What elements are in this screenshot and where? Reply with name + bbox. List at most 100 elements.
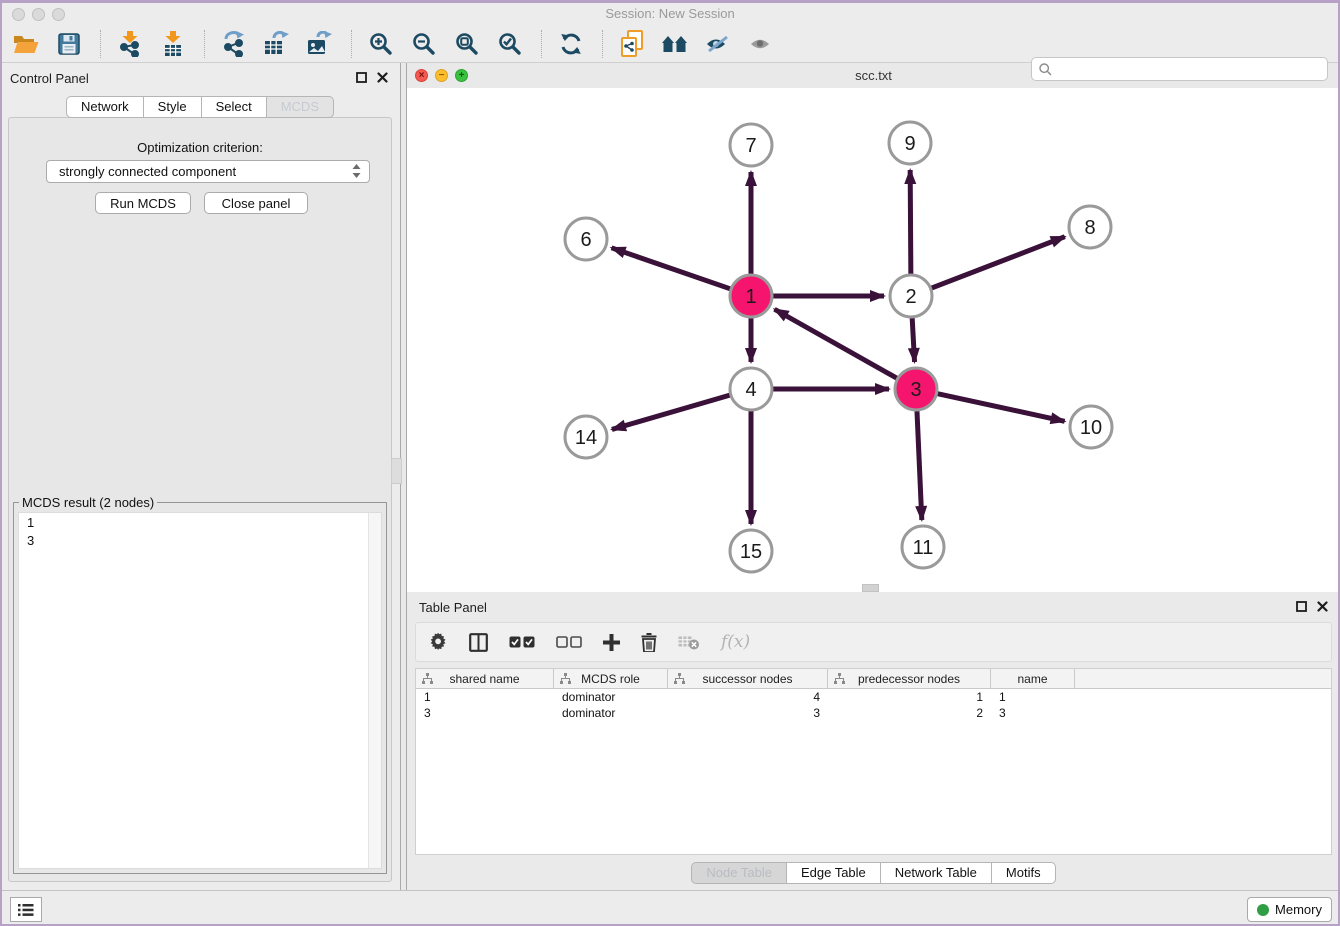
cell-name[interactable]: 3	[991, 705, 1075, 721]
result-line: 3	[19, 531, 381, 549]
close-panel-icon[interactable]	[377, 72, 388, 83]
float-table-panel-icon[interactable]	[1296, 601, 1307, 612]
refresh-layout-icon[interactable]	[555, 28, 587, 60]
memory-button[interactable]: Memory	[1247, 897, 1332, 922]
tab-node-table[interactable]: Node Table	[691, 862, 786, 884]
float-panel-icon[interactable]	[356, 72, 367, 83]
export-table-icon[interactable]	[261, 28, 293, 60]
cell-predecessor-nodes[interactable]: 2	[828, 705, 991, 721]
cell-successor-nodes[interactable]: 4	[668, 689, 828, 705]
graph-node-label: 10	[1080, 417, 1102, 439]
graph-edge-3-1[interactable]	[775, 309, 897, 378]
hierarchy-icon	[422, 673, 433, 684]
table-tabs: Node Table Edge Table Network Table Moti…	[407, 862, 1340, 884]
cell-mcds-role[interactable]: dominator	[554, 705, 668, 721]
hierarchy-icon	[560, 673, 571, 684]
graph-node-label: 15	[740, 541, 762, 563]
import-network-icon[interactable]	[114, 28, 146, 60]
mcds-result-list[interactable]: 1 3	[18, 512, 382, 869]
hierarchy-icon	[674, 673, 685, 684]
close-window-icon[interactable]	[12, 8, 25, 21]
control-panel-title: Control Panel	[10, 71, 89, 86]
delete-table-icon[interactable]	[678, 635, 700, 650]
select-all-icon[interactable]	[509, 636, 535, 648]
cell-shared-name[interactable]: 3	[416, 705, 554, 721]
titlebar: Session: New Session	[0, 0, 1340, 26]
save-session-icon[interactable]	[53, 28, 85, 60]
column-header-empty	[1075, 669, 1331, 688]
search-box[interactable]	[1031, 57, 1328, 81]
column-panel-icon[interactable]	[469, 633, 488, 652]
graph-edge-3-10[interactable]	[937, 394, 1064, 422]
network-maximize-icon[interactable]: +	[455, 69, 468, 82]
table-row[interactable]: 1 dominator 4 1 1	[416, 689, 1331, 705]
vertical-splitter-handle[interactable]	[391, 458, 402, 484]
graph-edge-4-14[interactable]	[612, 395, 730, 429]
zoom-in-icon[interactable]	[365, 28, 397, 60]
column-header-name[interactable]: name	[991, 669, 1075, 688]
table-row[interactable]: 3 dominator 3 2 3	[416, 705, 1331, 721]
tab-network[interactable]: Network	[66, 96, 143, 118]
show-all-icon[interactable]	[745, 28, 777, 60]
first-neighbors-icon[interactable]	[659, 28, 691, 60]
tab-network-table[interactable]: Network Table	[880, 862, 991, 884]
window-title: Session: New Session	[0, 0, 1340, 27]
toolbar-separator	[602, 30, 604, 58]
tab-style[interactable]: Style	[143, 96, 201, 118]
hierarchy-icon	[834, 673, 845, 684]
tab-select[interactable]: Select	[201, 96, 266, 118]
run-mcds-button[interactable]: Run MCDS	[95, 192, 191, 214]
graph-node-label: 14	[575, 427, 597, 449]
tab-mcds[interactable]: MCDS	[266, 96, 334, 118]
close-table-panel-icon[interactable]	[1317, 601, 1328, 612]
result-scrollbar[interactable]	[368, 513, 381, 868]
export-image-icon[interactable]	[304, 28, 336, 60]
function-builder-icon[interactable]: f(x)	[721, 632, 750, 652]
export-network-icon[interactable]	[218, 28, 250, 60]
horizontal-splitter-handle[interactable]	[862, 584, 879, 592]
graph-edge-2-8[interactable]	[932, 237, 1065, 288]
column-header-successor-nodes[interactable]: successor nodes	[668, 669, 828, 688]
hide-selected-icon[interactable]	[702, 28, 734, 60]
zoom-selected-icon[interactable]	[494, 28, 526, 60]
cell-predecessor-nodes[interactable]: 1	[828, 689, 991, 705]
mcds-result-box: MCDS result (2 nodes) 1 3	[13, 495, 387, 874]
deselect-all-icon[interactable]	[556, 636, 582, 648]
toolbar-separator	[351, 30, 353, 58]
cell-successor-nodes[interactable]: 3	[668, 705, 828, 721]
cell-shared-name[interactable]: 1	[416, 689, 554, 705]
toolbar-separator	[541, 30, 543, 58]
maximize-window-icon[interactable]	[52, 8, 65, 21]
clone-network-icon[interactable]	[616, 28, 648, 60]
open-session-icon[interactable]	[10, 28, 42, 60]
delete-row-icon[interactable]	[641, 633, 657, 652]
control-panel-tabs: Network Style Select MCDS	[0, 96, 400, 118]
tab-motifs[interactable]: Motifs	[991, 862, 1056, 884]
network-close-icon[interactable]: ×	[415, 69, 428, 82]
graph-edge-2-9[interactable]	[910, 170, 911, 274]
column-header-mcds-role[interactable]: MCDS role	[554, 669, 668, 688]
graph-node-label: 4	[745, 379, 756, 401]
criterion-dropdown[interactable]: strongly connected component	[46, 160, 370, 183]
cell-mcds-role[interactable]: dominator	[554, 689, 668, 705]
graph-edge-1-6[interactable]	[612, 248, 731, 289]
zoom-fit-icon[interactable]	[451, 28, 483, 60]
tab-edge-table[interactable]: Edge Table	[786, 862, 880, 884]
cell-name[interactable]: 1	[991, 689, 1075, 705]
task-history-button[interactable]	[10, 897, 42, 922]
add-row-icon[interactable]	[603, 634, 620, 651]
import-table-icon[interactable]	[157, 28, 189, 60]
network-minimize-icon[interactable]: −	[435, 69, 448, 82]
network-canvas[interactable]: 7968124314101511	[407, 88, 1340, 585]
graph-node-label: 1	[745, 286, 756, 308]
column-header-shared-name[interactable]: shared name	[416, 669, 554, 688]
search-input[interactable]	[1057, 61, 1327, 78]
settings-gear-icon[interactable]	[430, 633, 448, 651]
graph-node-label: 6	[580, 229, 591, 251]
close-panel-button[interactable]: Close panel	[204, 192, 308, 214]
zoom-out-icon[interactable]	[408, 28, 440, 60]
minimize-window-icon[interactable]	[32, 8, 45, 21]
graph-edge-3-11[interactable]	[917, 411, 922, 520]
graph-edge-2-3[interactable]	[912, 318, 914, 362]
column-header-predecessor-nodes[interactable]: predecessor nodes	[828, 669, 991, 688]
